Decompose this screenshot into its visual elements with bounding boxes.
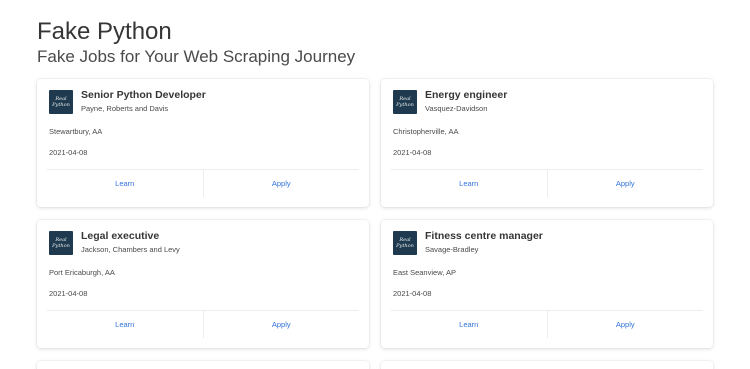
job-card-header: Real Python Legal executive Jackson, Cha… [49, 230, 359, 257]
job-title: Energy engineer [425, 89, 508, 101]
apply-link[interactable]: Apply [202, 170, 360, 197]
company-logo: Real Python [49, 90, 73, 114]
apply-link[interactable]: Apply [202, 311, 360, 338]
job-title: Senior Python Developer [81, 89, 206, 101]
job-title: Fitness centre manager [425, 230, 543, 242]
job-card-footer: Learn Apply [391, 310, 703, 338]
apply-link[interactable]: Apply [546, 311, 704, 338]
job-card-header: Real Python Energy engineer Vasquez-Davi… [393, 89, 703, 116]
job-card-partial [37, 361, 369, 369]
company-name: Jackson, Chambers and Levy [81, 245, 180, 254]
job-location: Stewartbury, AA [49, 127, 103, 136]
job-date: 2021-04-08 [49, 289, 88, 298]
page: Fake Python Fake Jobs for Your Web Scrap… [0, 0, 750, 369]
job-location: Port Ericaburgh, AA [49, 268, 115, 277]
job-card-partial [381, 361, 713, 369]
company-logo: Real Python [49, 231, 73, 255]
job-card-footer: Learn Apply [47, 169, 359, 197]
job-title: Legal executive [81, 230, 160, 242]
job-card: Real Python Energy engineer Vasquez-Davi… [381, 79, 713, 207]
logo-text-line2: Python [396, 102, 414, 108]
logo-text-line2: Python [52, 243, 70, 249]
learn-link[interactable]: Learn [391, 170, 547, 197]
job-card-footer: Learn Apply [47, 310, 359, 338]
job-card: Real Python Legal executive Jackson, Cha… [37, 220, 369, 348]
job-card: Real Python Senior Python Developer Payn… [37, 79, 369, 207]
job-location: Christopherville, AA [393, 127, 459, 136]
apply-link[interactable]: Apply [546, 170, 704, 197]
job-card: Real Python Fitness centre manager Savag… [381, 220, 713, 348]
page-subtitle: Fake Jobs for Your Web Scraping Journey [37, 47, 356, 66]
learn-link[interactable]: Learn [391, 311, 547, 338]
company-logo: Real Python [393, 90, 417, 114]
job-card-footer: Learn Apply [391, 169, 703, 197]
job-card-header: Real Python Fitness centre manager Savag… [393, 230, 703, 257]
learn-link[interactable]: Learn [47, 170, 203, 197]
company-name: Payne, Roberts and Davis [81, 104, 169, 113]
job-location: East Seanview, AP [393, 268, 456, 277]
job-card-grid: Real Python Senior Python Developer Payn… [37, 79, 713, 369]
job-card-header: Real Python Senior Python Developer Payn… [49, 89, 359, 116]
learn-link[interactable]: Learn [47, 311, 203, 338]
logo-text-line2: Python [396, 243, 414, 249]
page-title: Fake Python [37, 18, 172, 45]
job-date: 2021-04-08 [49, 148, 88, 157]
job-date: 2021-04-08 [393, 289, 432, 298]
job-date: 2021-04-08 [393, 148, 432, 157]
company-logo: Real Python [393, 231, 417, 255]
company-name: Vasquez-Davidson [425, 104, 488, 113]
company-name: Savage-Bradley [425, 245, 479, 254]
logo-text-line2: Python [52, 102, 70, 108]
